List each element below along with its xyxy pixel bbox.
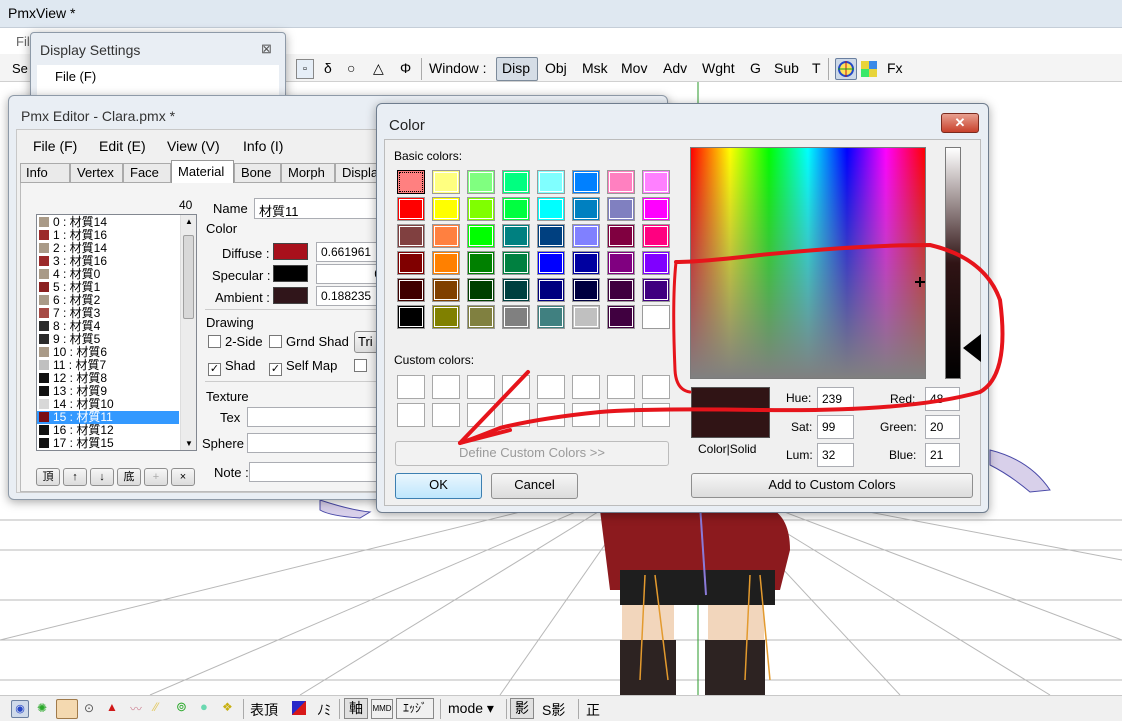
bottom-edge-button[interactable]: ｴｯｼﾞ: [396, 698, 434, 719]
bottom-red-triangle-icon[interactable]: ▲: [106, 700, 118, 714]
bottom-axis-button[interactable]: 軸: [344, 698, 368, 719]
bottom-edge-label: ｴｯｼﾞ: [402, 701, 427, 715]
bottom-teal-icon[interactable]: ●: [200, 699, 208, 714]
bottom-green-link-icon[interactable]: ⊚: [176, 699, 187, 715]
bottom-toolbar: ◉ ✺ ⊙ ▲ 〰 ⁄⁄ ⊚ ● ❖ 表頂 ﾉﾐ 軸 MMD ｴｯｼﾞ mode…: [0, 695, 1122, 721]
bottom-shadow-label: 影: [515, 700, 529, 716]
bottom-axis-label: 軸: [349, 700, 363, 716]
bottom-color-icon[interactable]: [292, 701, 306, 715]
bottom-separator-2: [339, 699, 340, 719]
red-annotation-drawing: [458, 242, 1005, 445]
bottom-wave-icon[interactable]: 〰: [130, 700, 142, 717]
bottom-separator-5: [578, 699, 579, 719]
bottom-mmd-button[interactable]: MMD: [371, 699, 393, 719]
bottom-mmd-label: MMD: [372, 704, 392, 713]
bottom-nomi-button[interactable]: ﾉﾐ: [317, 700, 331, 720]
bottom-dot-icon[interactable]: ⊙: [84, 701, 94, 715]
bottom-hyoucho-button[interactable]: 表頂: [250, 700, 278, 720]
bottom-grid-icon[interactable]: [56, 699, 78, 719]
bottom-mode-dropdown[interactable]: mode ▾: [448, 700, 494, 717]
bottom-separator: [243, 699, 244, 719]
bottom-slash-icon[interactable]: ⁄⁄: [154, 700, 158, 714]
bottom-shadow-button[interactable]: 影: [510, 698, 534, 719]
bottom-yellow-icon[interactable]: ❖: [222, 700, 233, 714]
bottom-separator-4: [506, 699, 507, 719]
bottom-front-button[interactable]: 正: [586, 700, 600, 720]
bottom-target-icon[interactable]: ◉: [11, 700, 29, 718]
bottom-green-icon[interactable]: ✺: [37, 701, 47, 715]
bottom-separator-3: [440, 699, 441, 719]
bottom-self-shadow-button[interactable]: S影: [542, 700, 565, 720]
